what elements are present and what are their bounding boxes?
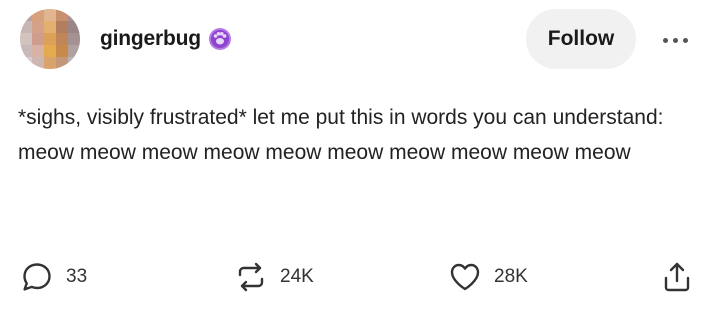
more-dots-icon	[662, 37, 668, 43]
like-count: 28K	[494, 266, 528, 287]
heart-outline-icon	[450, 263, 480, 291]
reblog-button[interactable]: 24K	[234, 250, 314, 304]
like-button[interactable]: 28K	[448, 250, 528, 304]
post-card: gingerbug Follow *sighs, visibly frustra…	[0, 0, 720, 328]
share-upload-icon	[664, 262, 690, 292]
post-header: gingerbug	[100, 24, 233, 54]
paw-badge-icon	[208, 28, 231, 50]
reply-button[interactable]: 33	[20, 250, 87, 304]
username[interactable]: gingerbug	[100, 27, 201, 51]
reply-count: 33	[66, 266, 88, 287]
post-actions: 33 24K 28K	[0, 250, 720, 304]
share-button[interactable]	[660, 250, 694, 304]
follow-button[interactable]: Follow	[526, 9, 636, 69]
speech-bubble-icon	[23, 263, 51, 291]
more-options-button[interactable]	[650, 22, 700, 58]
avatar[interactable]	[20, 9, 80, 69]
post-text: *sighs, visibly frustrated* let me put t…	[18, 106, 664, 164]
reblog-count: 24K	[280, 266, 314, 287]
reblog-arrows-icon	[238, 262, 264, 292]
